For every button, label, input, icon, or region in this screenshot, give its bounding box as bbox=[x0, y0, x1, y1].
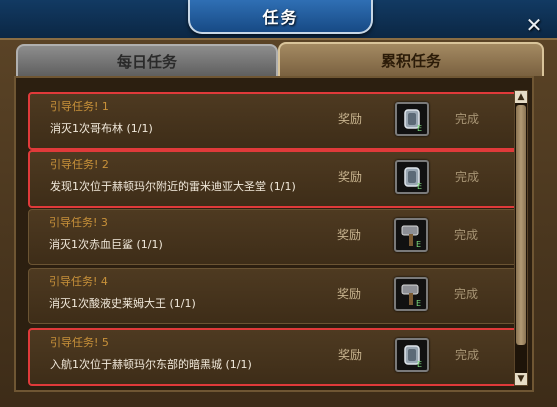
reward-label: 奖励 bbox=[338, 170, 363, 184]
armor-icon[interactable]: E bbox=[395, 338, 429, 372]
title-plate: 任务 bbox=[188, 0, 373, 34]
scroll-up-button[interactable]: ▲ bbox=[515, 91, 527, 103]
quest-description: 发现1次位于赫顿玛尔附近的雷米迪亚大圣堂 (1/1) bbox=[50, 180, 296, 193]
reward-label: 奖励 bbox=[338, 112, 363, 126]
svg-text:E: E bbox=[417, 360, 422, 369]
svg-text:E: E bbox=[416, 299, 421, 308]
reward-label: 奖励 bbox=[337, 228, 362, 242]
svg-text:E: E bbox=[417, 182, 422, 191]
status-complete: 完成 bbox=[455, 170, 480, 184]
window-title: 任务 bbox=[262, 8, 299, 27]
quest-description: 消灭1次赤血巨鲨 (1/1) bbox=[49, 238, 163, 251]
reward-label: 奖励 bbox=[337, 287, 362, 301]
quest-title: 引导任务! 3 bbox=[49, 216, 108, 229]
tab-cumulative-quests[interactable]: 累积任务 bbox=[278, 42, 544, 76]
armor-icon[interactable]: E bbox=[395, 160, 429, 194]
svg-text:E: E bbox=[416, 240, 421, 249]
quest-description: 消灭1次哥布林 (1/1) bbox=[50, 122, 153, 135]
quest-row[interactable]: 引导任务! 2 发现1次位于赫顿玛尔附近的雷米迪亚大圣堂 (1/1) 奖励 E … bbox=[28, 150, 522, 208]
reward-label: 奖励 bbox=[338, 348, 363, 362]
scroll-thumb[interactable] bbox=[516, 105, 526, 345]
svg-text:E: E bbox=[417, 124, 422, 133]
status-complete: 完成 bbox=[455, 112, 480, 126]
status-complete: 完成 bbox=[454, 287, 479, 301]
tab-daily-quests[interactable]: 每日任务 bbox=[16, 44, 278, 76]
tab-label: 每日任务 bbox=[116, 52, 177, 71]
status-complete: 完成 bbox=[455, 348, 480, 362]
scroll-down-button[interactable]: ▼ bbox=[515, 373, 527, 385]
tab-label: 累积任务 bbox=[380, 51, 441, 70]
quest-row[interactable]: 引导任务! 1 消灭1次哥布林 (1/1) 奖励 E 完成 bbox=[28, 92, 522, 150]
quest-row[interactable]: 引导任务! 3 消灭1次赤血巨鲨 (1/1) 奖励 E 完成 bbox=[28, 209, 520, 265]
quest-title: 引导任务! 1 bbox=[50, 100, 109, 113]
quest-description: 消灭1次酸液史莱姆大王 (1/1) bbox=[49, 297, 196, 310]
quest-row[interactable]: 引导任务! 4 消灭1次酸液史莱姆大王 (1/1) 奖励 E 完成 bbox=[28, 268, 520, 324]
armor-icon[interactable]: E bbox=[395, 102, 429, 136]
quest-title: 引导任务! 2 bbox=[50, 158, 109, 171]
quest-description: 入航1次位于赫顿玛尔东部的暗黑城 (1/1) bbox=[50, 358, 252, 371]
hammer-icon[interactable]: E bbox=[394, 218, 428, 252]
status-complete: 完成 bbox=[454, 228, 479, 242]
hammer-icon[interactable]: E bbox=[394, 277, 428, 311]
quest-row[interactable]: 引导任务! 5 入航1次位于赫顿玛尔东部的暗黑城 (1/1) 奖励 E 完成 bbox=[28, 328, 522, 386]
title-bar: 任务 bbox=[0, 0, 557, 38]
quest-list: 引导任务! 1 消灭1次哥布林 (1/1) 奖励 E 完成 引导任务! 2 发现… bbox=[14, 76, 534, 392]
quest-title: 引导任务! 4 bbox=[49, 275, 108, 288]
scrollbar[interactable]: ▲ ▼ bbox=[514, 90, 528, 386]
quest-title: 引导任务! 5 bbox=[50, 336, 109, 349]
close-button[interactable]: ✕ bbox=[523, 14, 545, 36]
